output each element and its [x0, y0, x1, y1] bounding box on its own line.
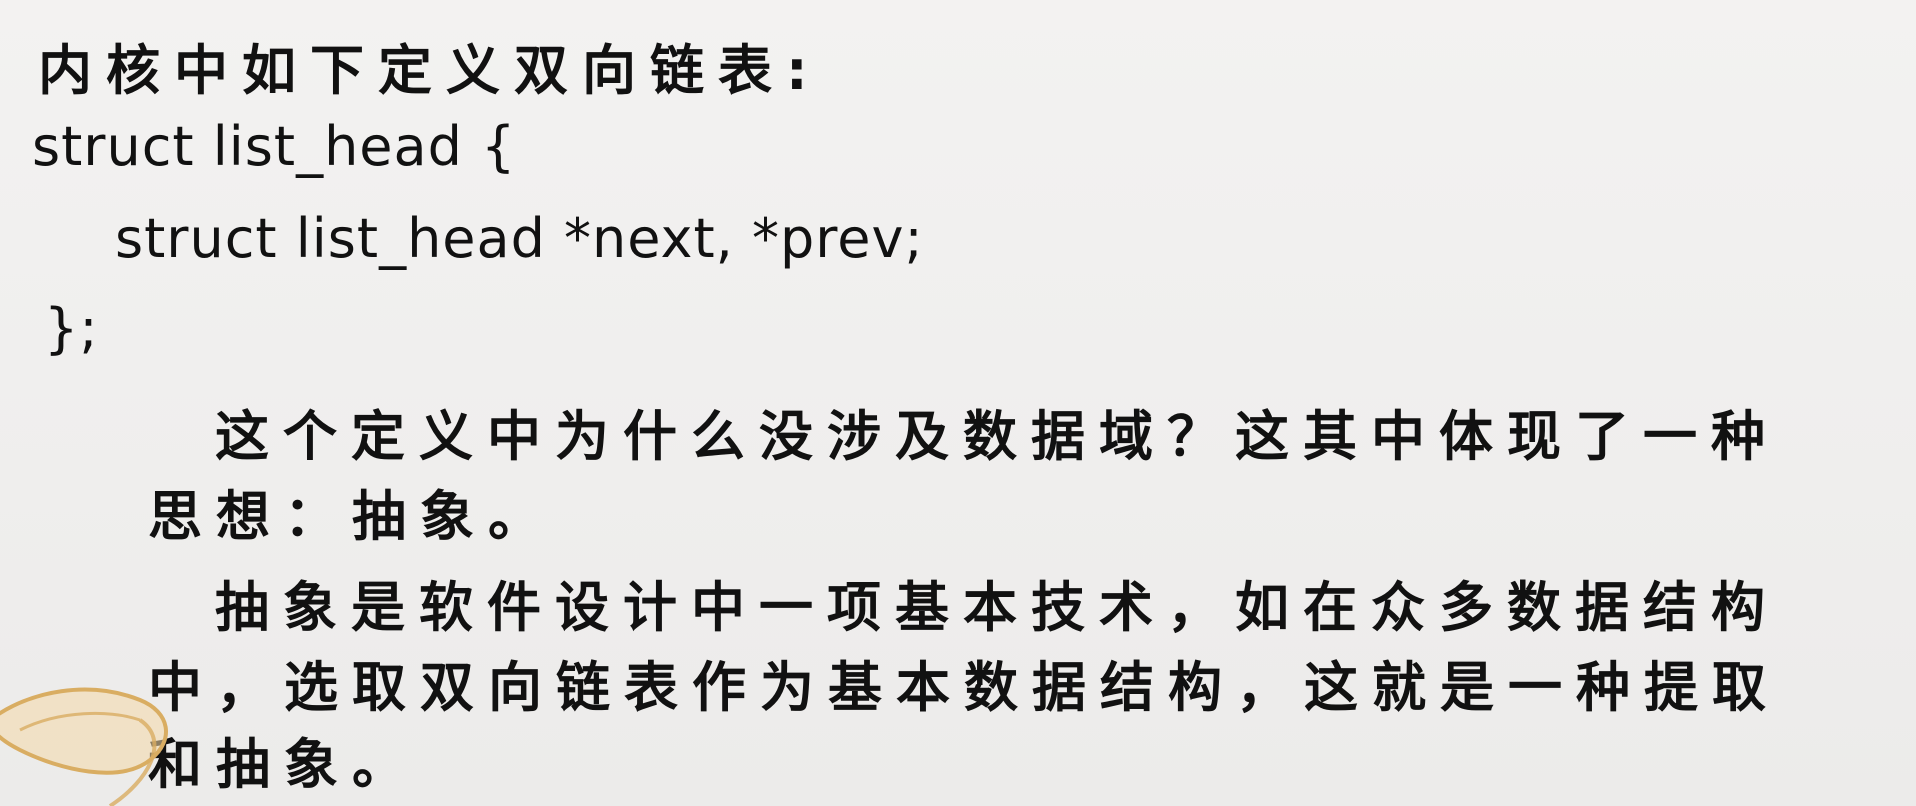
- paragraph-2-line-2: 中，选取双向链表作为基本数据结构，这就是一种提取: [148, 656, 1780, 719]
- paragraph-1-line-1: 这个定义中为什么没涉及数据域？这其中体现了一种: [215, 405, 1779, 468]
- paragraph-1-line-2: 思想：抽象。: [148, 485, 556, 548]
- paragraph-2-line-1: 抽象是软件设计中一项基本技术，如在众多数据结构: [215, 576, 1779, 639]
- code-line-struct-open: struct list_head {: [32, 115, 517, 178]
- code-line-struct-close: };: [44, 297, 99, 360]
- code-line-members: struct list_head *next, *prev;: [115, 207, 924, 270]
- slide-canvas: 内核中如下定义双向链表: struct list_head { struct l…: [0, 0, 1916, 806]
- slide-corner-ribbon-decoration: [0, 687, 168, 806]
- slide-heading: 内核中如下定义双向链表:: [38, 39, 822, 102]
